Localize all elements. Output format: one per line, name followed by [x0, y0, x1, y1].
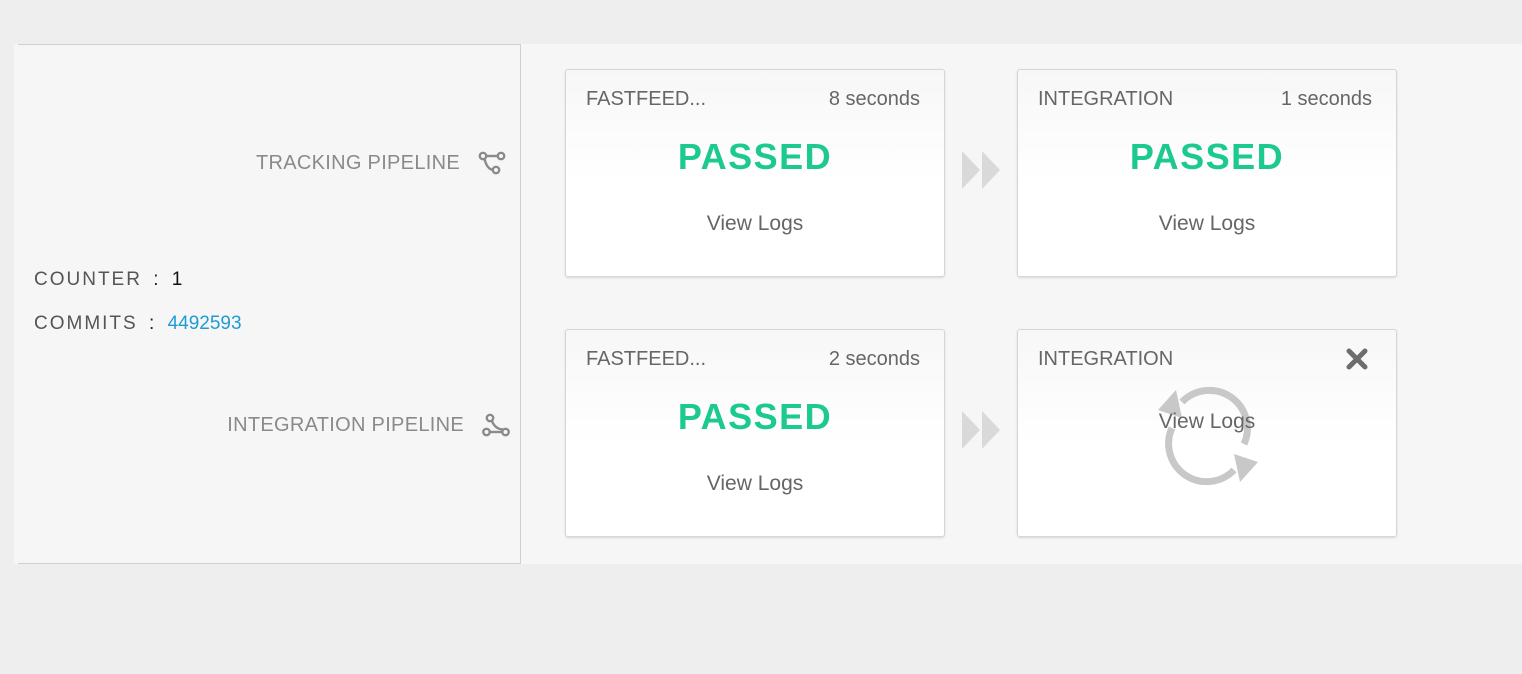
next-stage-arrow-icon — [962, 411, 1000, 449]
stage-name: FASTFEED... — [586, 88, 707, 110]
integration-pipeline-text: INTEGRATION PIPELINE — [227, 413, 464, 436]
counter-value: 1 — [171, 269, 183, 290]
integration-pipeline-icon — [482, 413, 510, 437]
close-icon[interactable] — [1346, 348, 1368, 370]
stage-status: PASSED — [677, 136, 833, 177]
stage-name: FASTFEED... — [586, 348, 707, 370]
refresh-spinner-icon — [1158, 386, 1258, 486]
commit-link[interactable]: 4492593 — [168, 313, 242, 334]
tracking-pipeline-label[interactable]: TRACKING PIPELINE — [256, 151, 506, 175]
stage-card-integration-fastfeed: FASTFEED... 2 seconds PASSED View Logs — [565, 329, 945, 537]
stage-status: PASSED — [1129, 136, 1285, 177]
view-logs-link[interactable]: View Logs — [1018, 410, 1396, 434]
view-logs-link[interactable]: View Logs — [1018, 212, 1396, 236]
stage-card-tracking-fastfeed: FASTFEED... 8 seconds PASSED View Logs — [565, 69, 945, 277]
counter-row: COUNTER : 1 — [34, 269, 182, 291]
stage-duration: 1 seconds — [1280, 88, 1372, 110]
commits-separator: : — [149, 313, 155, 334]
stage-name: INTEGRATION — [1038, 88, 1174, 110]
counter-label: COUNTER — [34, 269, 142, 290]
stage-duration: 8 seconds — [828, 88, 920, 110]
commits-row: COMMITS : 4492593 — [34, 313, 242, 335]
view-logs-link[interactable]: View Logs — [566, 472, 944, 496]
counter-separator: : — [153, 269, 159, 290]
view-logs-link[interactable]: View Logs — [566, 212, 944, 236]
stage-name: INTEGRATION — [1038, 348, 1174, 370]
pipeline-info-column: TRACKING PIPELINE COUNTER : 1 COMMITS : … — [14, 44, 521, 564]
tracking-pipeline-icon — [478, 151, 506, 175]
tracking-pipeline-text: TRACKING PIPELINE — [255, 151, 460, 174]
stage-status: PASSED — [677, 396, 833, 437]
commits-label: COMMITS — [34, 313, 138, 334]
stage-card-tracking-integration: INTEGRATION 1 seconds PASSED View Logs — [1017, 69, 1397, 277]
integration-pipeline-label[interactable]: INTEGRATION PIPELINE — [227, 413, 510, 437]
next-stage-arrow-icon — [962, 151, 1000, 189]
stage-duration: 2 seconds — [828, 348, 920, 370]
stage-card-integration-integration: INTEGRATION View Logs — [1017, 329, 1397, 537]
